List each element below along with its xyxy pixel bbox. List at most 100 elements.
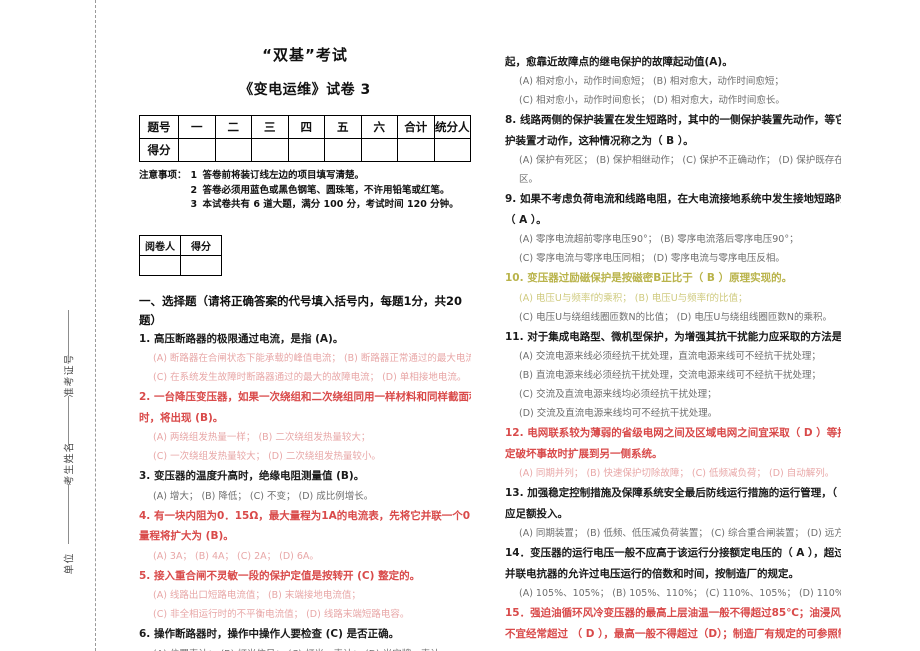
- section-heading: 一、选择题（请将正确答案的代号填入括号内，每题1分，共20题）: [139, 294, 463, 327]
- score-table-col-6: 六: [360, 115, 398, 139]
- right-questions: 起，愈靠近故障点的继电保护的故障起动值(A)。 (A) 相对愈小，动作时间愈短； …: [505, 52, 841, 644]
- score-cell-tallier[interactable]: [433, 138, 471, 162]
- seal-label-unit: 单位: [64, 552, 76, 575]
- right-option-line-24: (A) 同期装置； (B) 低频、低压减负荷装置； (C) 综合重合闸装置； (…: [519, 528, 841, 540]
- seal-label-candidate-name: 考生姓名: [64, 441, 76, 486]
- right-question-line-0: 起，愈靠近故障点的继电保护的故障起动值(A)。: [505, 56, 733, 68]
- score-table-value-row: 得分: [139, 138, 471, 162]
- left-question-line-7: 3. 变压器的温度升高时，绝缘电阻测量值 (B)。: [139, 470, 365, 483]
- notice-item-2: 2 答卷必须用蓝色或黑色钢笔、圆珠笔，不许用铅笔或红笔。: [191, 184, 459, 199]
- left-option-line-13: (A) 线路出口短路电流值； (B) 末端接地电流值；: [153, 590, 361, 602]
- score-cell-6[interactable]: [360, 138, 398, 162]
- notice-item-3-text: 本试卷共有 6 道大题，满分 100 分，考试时间 120 分钟。: [202, 199, 459, 211]
- left-option-line-2: (C) 在系统发生故障时断路器通过的最大的故障电流； (D) 单相接地电流。: [153, 372, 467, 384]
- score-table-col-4: 四: [287, 115, 325, 139]
- right-question-line-19: 12. 电网联系较为薄弱的省级电网之间及区域电网之间宜采取（ D ）等措施，防止…: [505, 427, 841, 440]
- right-question-line-11: 10. 变压器过励磁保护是按磁密B正比于（ B ）原理实现的。: [505, 272, 793, 285]
- right-option-line-2: (C) 相对愈小，动作时间愈长； (D) 相对愈大，动作时间愈长。: [519, 95, 785, 107]
- notice-item-2-text: 答卷必须用蓝色或黑色钢笔、圆珠笔，不许用铅笔或红笔。: [202, 184, 450, 196]
- notice-item-3: 3 本试卷共有 6 道大题，满分 100 分，考试时间 120 分钟。: [191, 198, 459, 213]
- right-text-column: 起，愈靠近故障点的继电保护的故障起动值(A)。 (A) 相对愈小，动作时间愈短； …: [505, 0, 841, 651]
- score-cell-2[interactable]: [214, 138, 252, 162]
- right-question-line-26: 并联电抗器的允许过电压运行的倍数和时间，按制造厂的规定。: [505, 567, 799, 580]
- score-table-col-1: 一: [178, 115, 216, 139]
- right-option-line-1: (A) 相对愈小，动作时间愈短； (B) 相对愈大，动作时间愈短；: [519, 76, 784, 88]
- score-table-col-5: 五: [324, 115, 362, 139]
- right-question-line-29: 不宜经常超过 （ D ），最高一般不得超过（D）；制造厂有规定的可参照制造厂规定…: [505, 627, 841, 640]
- score-table-col-2: 二: [214, 115, 252, 139]
- left-question-line-12: 5. 接入重合闸不灵敏一段的保护定值是按转开 (C) 整定的。: [139, 569, 421, 582]
- left-question-line-15: 6. 操作断路器时，操作中操作人要检查 (C) 是否正确。: [139, 628, 400, 641]
- grader-box-header-score: 得分: [180, 235, 222, 257]
- page-subtitle: 《变电运维》试卷 3: [239, 82, 371, 98]
- notice-heading: 注意事项：: [139, 170, 187, 181]
- score-cell-5[interactable]: [324, 138, 362, 162]
- score-table-col-3: 三: [251, 115, 289, 139]
- notice-list: 1 答卷前将装订线左边的项目填写清楚。 2 答卷必须用蓝色或黑色钢笔、圆珠笔，不许用…: [191, 169, 459, 213]
- right-option-line-13: (C) 电压U与绕组线圈匝数N的比值； (D) 电压U与绕组线圈匝数N的乘积。: [519, 311, 832, 323]
- binding-dashed-line: [95, 0, 96, 651]
- right-question-line-25: 14．变压器的运行电压一般不应高于该运行分接额定电压的（ A ），超过（ A ）…: [505, 547, 841, 560]
- right-question-line-3: 8. 线路两侧的保护装置在发生短路时，其中的一侧保护装置先动作，等它动作跳闸后，…: [505, 114, 841, 127]
- left-question-line-0: 1. 高压断路器的极限通过电流，是指 (A)。: [139, 332, 344, 345]
- right-question-line-7: 9. 如果不考虑负荷电流和线路电阻，在大电流接地系统中发生接地短路时，下列说法正…: [505, 193, 841, 206]
- score-table-col-tallier: 统分人: [433, 115, 471, 139]
- right-option-line-5: (A) 保护有死区； (B) 保护相继动作； (C) 保护不正确动作； (D) …: [519, 155, 841, 167]
- score-table: 题号 一 二 三 四 五 六 合计 统分人 得分: [139, 115, 471, 162]
- score-table-col-total: 合计: [397, 115, 435, 139]
- notice-item-1: 1 答卷前将装订线左边的项目填写清楚。: [191, 169, 459, 184]
- grader-box-header-reviewer: 阅卷人: [139, 235, 181, 257]
- score-cell-3[interactable]: [251, 138, 289, 162]
- right-option-line-17: (C) 交流及直流电源来线均必须经抗干扰处理；: [519, 389, 717, 401]
- right-column-top-spacer: [505, 0, 841, 52]
- grader-box-value-row: [139, 255, 222, 277]
- left-option-line-8: (A) 增大； (B) 降低； (C) 不变； (D) 成比例增长。: [153, 490, 374, 502]
- right-question-line-14: 11. 对于集成电路型、微机型保护，为增强其抗干扰能力应采取的方法是（ C ）。: [505, 330, 841, 343]
- notice-item-1-text: 答卷前将装订线左边的项目填写清楚。: [202, 170, 365, 181]
- grader-box-value-reviewer[interactable]: [139, 255, 181, 277]
- left-question-line-3: 2. 一台降压变压器，如果一次绕组和二次绕组同用一样材料和同样截面积的导线绕制，…: [139, 391, 471, 404]
- score-cell-total[interactable]: [397, 138, 435, 162]
- exam-page: 准考证号 考生姓名 单位 “双基”考试 《变电运维》试卷 3 题号 一 二 三 …: [0, 0, 920, 651]
- right-question-line-23: 应足额投入。: [505, 507, 568, 520]
- right-option-line-10: (C) 零序电流与零序电压同相； (D) 零序电流与零序电压反相。: [519, 253, 785, 265]
- grader-box: 阅卷人 得分: [139, 235, 222, 277]
- notice-block: 注意事项： 1 答卷前将装订线左边的项目填写清楚。 2 答卷必须用蓝色或黑色钢笔、圆…: [139, 169, 471, 213]
- right-question-line-22: 13. 加强稳定控制措施及保障系统安全最后防线运行措施的运行管理，（ B ）和其…: [505, 487, 841, 500]
- score-cell-4[interactable]: [287, 138, 325, 162]
- left-text-column: “双基”考试 《变电运维》试卷 3 题号 一 二 三 四 五 六 合计 统分人 …: [139, 0, 471, 651]
- right-option-line-12: (A) 电压U与频率f的乘积； (B) 电压U与频率f的比值；: [519, 292, 748, 304]
- left-option-line-1: (A) 断路器在合闸状态下能承载的峰值电流； (B) 断路器正常通过的最大电流；: [153, 353, 471, 365]
- left-option-line-11: (A) 3A； (B) 4A； (C) 2A； (D) 6A。: [153, 550, 319, 562]
- right-option-line-9: (A) 零序电流超前零序电压90°； (B) 零序电流落后零序电压90°；: [519, 234, 799, 246]
- left-option-line-14: (C) 非全相运行时的不平衡电流值； (D) 线路末端短路电容。: [153, 609, 410, 621]
- left-question-line-10: 量程将扩大为 (B)。: [139, 530, 234, 543]
- score-table-header-row: 题号 一 二 三 四 五 六 合计 统分人: [139, 115, 471, 139]
- grader-box-header-row: 阅卷人 得分: [139, 235, 222, 257]
- seal-rule-3: [68, 484, 69, 544]
- left-question-line-4: 时，将出现 (B)。: [139, 411, 224, 424]
- right-question-line-8: （ A ）。: [505, 213, 547, 226]
- seal-label-admission-number: 准考证号: [64, 353, 76, 398]
- score-table-row-label-2: 得分: [139, 138, 179, 162]
- right-option-line-21: (A) 同期并列； (B) 快速保护切除故障； (C) 低频减负荷； (D) 自…: [519, 468, 835, 480]
- right-option-line-6: 区。: [519, 174, 539, 186]
- notice-item-1-number: 1: [190, 170, 198, 181]
- seal-rule-2: [68, 396, 69, 446]
- left-question-line-9: 4. 有一块内阻为0．15Ω，最大量程为1A的电流表，先将它并联一个0．05Ω的…: [139, 509, 471, 522]
- grader-box-value-score[interactable]: [180, 255, 222, 277]
- right-question-line-28: 15．强迫油循环风冷变压器的最高上层油温一般不得超过85℃；油浸风冷和自冷变压器…: [505, 607, 841, 620]
- right-option-line-15: (A) 交流电源来线必须经抗干扰处理，直流电源来线可不经抗干扰处理；: [519, 351, 821, 363]
- page-title: “双基”考试: [262, 46, 348, 64]
- seal-line-column: 准考证号 考生姓名 单位: [40, 0, 96, 651]
- right-question-line-4: 护装置才动作，这种情况称之为（ B ）。: [505, 134, 694, 147]
- notice-item-2-number: 2: [190, 184, 198, 196]
- score-cell-1[interactable]: [178, 138, 216, 162]
- right-option-line-16: (B) 直流电源来线必须经抗干扰处理，交流电源来线可不经抗干扰处理；: [519, 370, 821, 382]
- notice-item-3-number: 3: [190, 199, 198, 211]
- left-option-line-16: (A) 位置表计； (B) 灯光信号； (C) 灯光、表计； (D) 光字牌、表…: [139, 645, 471, 651]
- score-table-row-label-1: 题号: [139, 115, 179, 139]
- right-option-line-18: (D) 交流及直流电源来线均可不经抗干扰处理。: [519, 408, 718, 420]
- left-questions: 1. 高压断路器的极限通过电流，是指 (A)。 (A) 断路器在合闸状态下能承载的…: [139, 329, 471, 651]
- right-option-line-27: (A) 105%、105%； (B) 105%、110%； (C) 110%、1…: [519, 588, 841, 600]
